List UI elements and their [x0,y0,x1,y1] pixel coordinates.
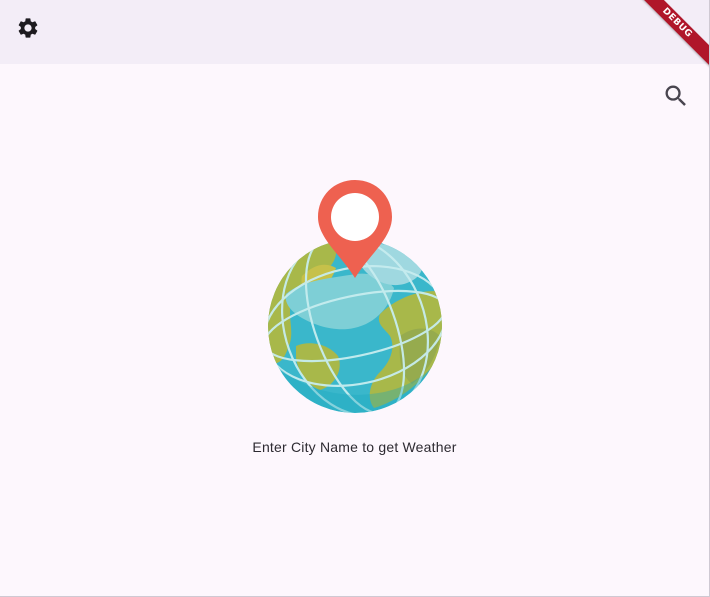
globe-location-pin-illustration [268,180,442,413]
app-window: Enter City Name to get Weather DEBUG [0,0,710,597]
search-icon [665,85,686,106]
city-prompt-text: Enter City Name to get Weather [252,439,457,455]
gear-icon [18,18,38,38]
settings-button[interactable] [8,8,48,48]
app-bar [0,0,709,64]
search-button[interactable] [656,76,696,116]
